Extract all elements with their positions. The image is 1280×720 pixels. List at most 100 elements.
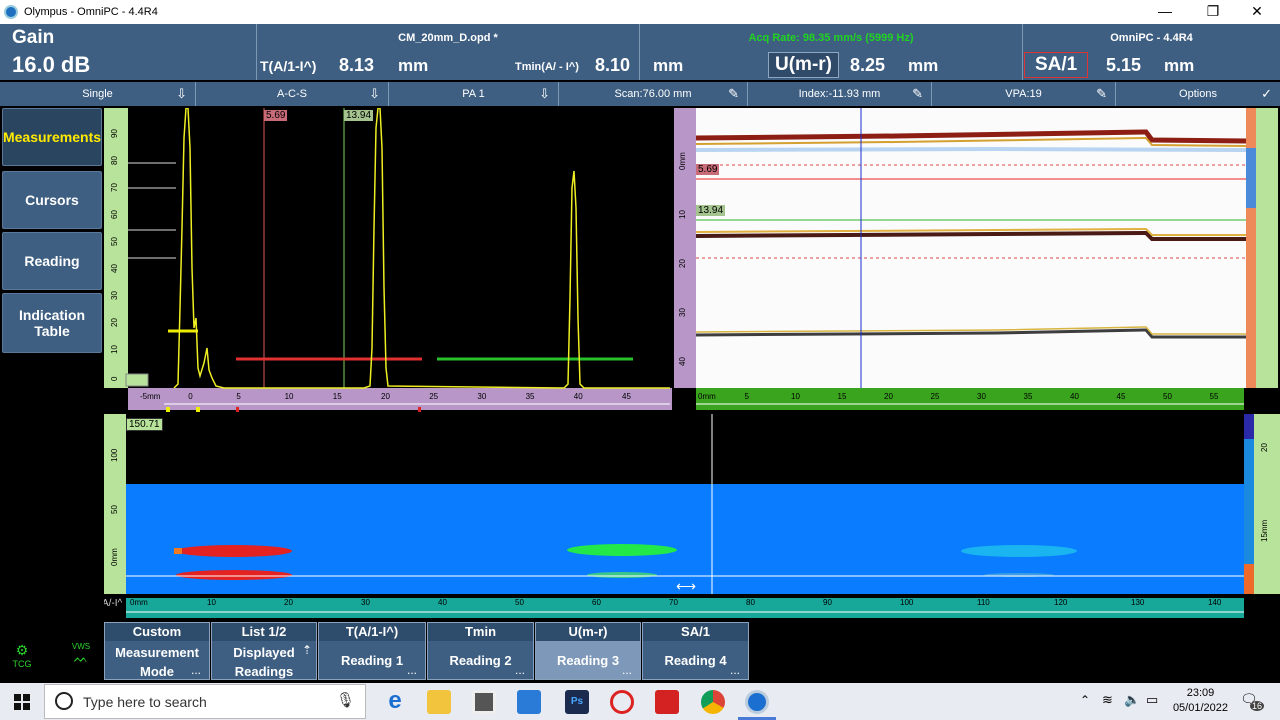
tcg-label: TCG (12, 659, 32, 669)
ascan-ref-cursor-tag[interactable]: 5.69 (264, 110, 288, 121)
search-placeholder: Type here to search (83, 694, 207, 710)
bscan-view[interactable]: 5.69 13.94 0mm 5 10 15 20 25 30 35 40 45 50 55 (696, 108, 1278, 413)
ascan-x-tick: 45 (622, 392, 631, 401)
bscan-meas-cursor-tag[interactable]: 13.94 (696, 205, 726, 216)
vws-label: VWS (71, 642, 91, 651)
vws-status-icon: VWS ᨓ (66, 642, 96, 678)
side-menu-reading[interactable]: Reading (2, 232, 102, 290)
layout-dropdown[interactable]: Single ⇩ (0, 82, 196, 106)
taskbar-search-box[interactable]: Type here to search 🎙 (44, 684, 366, 719)
file-explorer-icon[interactable] (427, 690, 451, 714)
reading-1-label: T(A/1-I^) (260, 58, 317, 74)
pencil-icon: ✎ (728, 86, 739, 101)
ascan-x-tick: 25 (429, 392, 439, 401)
bscan-ref-cursor-tag[interactable]: 5.69 (696, 164, 720, 175)
bscan-x-tick: 5 (744, 392, 749, 401)
pencil-icon: ✎ (1096, 86, 1107, 101)
ascan-x-tick: -5mm (140, 392, 161, 401)
bscan-y-tick: 0mm (678, 152, 687, 170)
tcg-status-icon: ⚙ TCG (4, 642, 40, 678)
vpa-field[interactable]: VPA:19 ✎ (932, 82, 1116, 106)
cscan-x-tick: 50 (515, 598, 524, 607)
gain-cell[interactable]: Gain 16.0 dB (0, 24, 257, 80)
cscan-y-tick: 50 (110, 505, 119, 514)
omnipc-taskbar-icon[interactable] (745, 690, 769, 714)
check-icon: ✓ (1261, 86, 1272, 101)
reading-1-value: 8.13 (339, 55, 375, 75)
resize-arrows-icon[interactable]: ⟷ (676, 578, 696, 595)
options-menu[interactable]: Options ✓ (1116, 82, 1280, 106)
reading-1-button[interactable]: T(A/1-I^) Reading 1 ... (318, 622, 426, 680)
app-red-icon[interactable] (610, 690, 634, 714)
arrow-down-icon: ⇩ (176, 86, 187, 101)
reading-2-button[interactable]: Tmin Reading 2 ... (427, 622, 534, 680)
microphone-icon[interactable]: 🎙 (336, 691, 355, 709)
reading-1-caption: T(A/1-I^) (319, 623, 425, 641)
index-field[interactable]: Index:-11.93 mm ✎ (748, 82, 932, 106)
view-dropdown[interactable]: A-C-S ⇩ (196, 82, 389, 106)
edge-icon[interactable]: e (383, 689, 407, 714)
bscan-y-tick: 40 (678, 357, 687, 366)
toolbar: Single ⇩ A-C-S ⇩ PA 1 ⇩ Scan:76.00 mm ✎ Inde… (0, 82, 1280, 106)
side-menu-measurements[interactable]: Measurements (2, 108, 102, 166)
more-icon: ... (621, 663, 632, 677)
ascan-x-tick: 15 (332, 392, 342, 401)
acrobat-icon[interactable] (655, 690, 679, 714)
reading-3-unit: mm (908, 56, 939, 75)
cscan-axis-label: A/-I^ (104, 598, 123, 609)
scan-field[interactable]: Scan:76.00 mm ✎ (559, 82, 748, 106)
vpa-label: VPA:19 (1005, 88, 1042, 100)
ascan-y-tick: 90 (110, 129, 119, 138)
cscan-x-tick: 130 (1131, 598, 1145, 607)
cscan-x-tick: 10 (207, 598, 216, 607)
cscan-x-tick: 120 (1054, 598, 1068, 607)
close-button[interactable]: ✕ (1234, 0, 1280, 24)
reading-4-label: SA/1 (1024, 52, 1089, 78)
pencil-icon: ✎ (912, 86, 923, 101)
volume-icon[interactable]: 🔈 (1124, 692, 1140, 708)
ascan-x-tick: 30 (477, 392, 487, 401)
view-label: A-C-S (277, 88, 307, 100)
measurement-mode-button[interactable]: Custom Measurement Mode ... (104, 622, 210, 680)
title-bar: Olympus - OmniPC - 4.4R4 — ❐ ✕ (0, 0, 1280, 24)
battery-icon[interactable]: ▭ (1146, 692, 1158, 708)
ascan-x-tick: 5 (236, 392, 241, 401)
clock-time: 23:09 (1186, 687, 1215, 699)
displayed-readings-button[interactable]: List 1/2 Displayed Readings ⇡ (211, 622, 317, 680)
reading-4-caption: SA/1 (643, 623, 748, 641)
taskbar-clock[interactable]: 23:09 05/01/2022 (1173, 686, 1228, 716)
group-dropdown[interactable]: PA 1 ⇩ (389, 82, 559, 106)
bscan-x-tick: 25 (930, 392, 940, 401)
photoshop-icon[interactable]: Ps (565, 690, 589, 714)
ascan-x-tick: 20 (381, 392, 390, 401)
bscan-svg (696, 108, 1278, 410)
ascan-meas-cursor-tag[interactable]: 13.94 (344, 110, 374, 121)
omnipc-window: Olympus - OmniPC - 4.4R4 — ❐ ✕ Gain 16.0… (0, 0, 1280, 720)
ascan-view[interactable]: 5.69 13.94 -5mm 0 5 10 15 20 25 30 35 40 45 90 80 70… (104, 108, 674, 413)
more-icon: ... (406, 663, 417, 677)
wifi-icon[interactable]: ≋ (1102, 692, 1113, 708)
reading-4-unit: mm (1164, 56, 1195, 75)
reading-4-button[interactable]: SA/1 Reading 4 ... (642, 622, 749, 680)
omnipc-logo-icon (4, 5, 18, 19)
displayed-readings-label: Displayed Readings (233, 645, 295, 679)
side-menu-cursors[interactable]: Cursors (2, 171, 102, 229)
cscan-view[interactable]: 150.71 A/-I^ ⟷ 0mm 10 20 30 40 50 60 70 80 90 100 1… (104, 414, 1280, 620)
bscan-x-tick: 20 (884, 392, 893, 401)
chrome-icon[interactable] (701, 690, 725, 714)
store-icon[interactable] (472, 690, 496, 714)
search-icon (55, 692, 73, 710)
minimize-button[interactable]: — (1142, 0, 1188, 24)
reading-3-button[interactable]: U(m-r) Reading 3 ... (535, 622, 641, 680)
arrow-down-icon: ⇩ (369, 86, 380, 101)
windows-start-icon[interactable] (14, 694, 30, 710)
ascan-y-tick: 60 (110, 210, 119, 219)
spinner-icon: ⇡ (301, 643, 312, 657)
mail-icon[interactable] (517, 690, 541, 714)
side-menu-indication-table[interactable]: Indication Table (2, 293, 102, 353)
cscan-y-tick: 0mm (110, 548, 119, 566)
maximize-button[interactable]: ❐ (1190, 0, 1236, 24)
chevron-up-icon[interactable]: ⌃ (1080, 693, 1090, 707)
bscan-x-tick: 35 (1023, 392, 1033, 401)
ascan-x-tick: 40 (573, 392, 583, 401)
